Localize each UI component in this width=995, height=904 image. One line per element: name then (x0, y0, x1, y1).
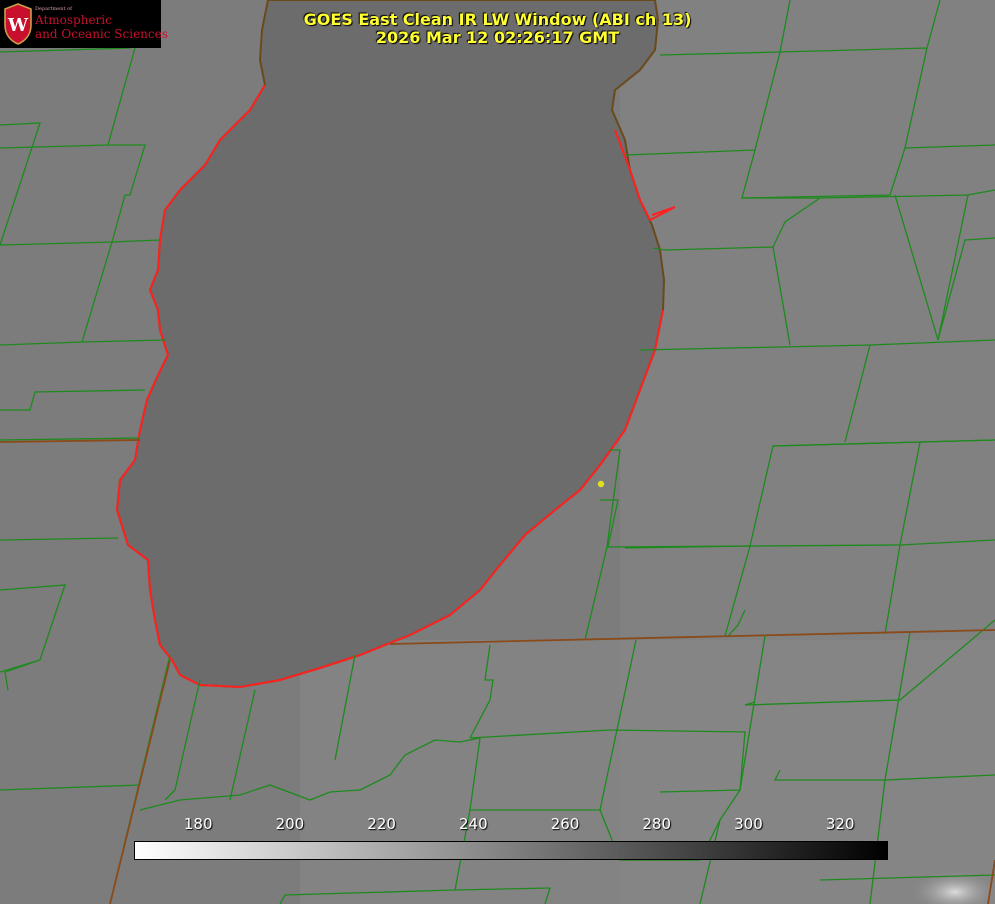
uw-crest-icon: W (4, 3, 32, 45)
colorbar (134, 841, 888, 860)
logo-department: Department of (35, 6, 72, 12)
colorbar-tick-label: 320 (825, 815, 855, 833)
land-shading-south (300, 640, 995, 904)
colorbar-tick-label: 200 (275, 815, 305, 833)
uw-aos-logo: W Department of Atmospheric and Oceanic … (0, 0, 168, 48)
logo-line1: Atmospheric (35, 13, 112, 27)
title-line1: GOES East Clean IR LW Window (ABI ch 13) (303, 10, 692, 29)
station-marker (597, 480, 605, 488)
colorbar-tick-label: 220 (367, 815, 396, 833)
logo-line2: and Oceanic Sciences (35, 27, 168, 41)
colorbar-tick-label: 300 (734, 815, 763, 833)
colorbar-tick-label: 280 (642, 815, 672, 833)
colorbar-tick-label: 240 (458, 815, 488, 833)
colorbar-tick-label: 180 (183, 815, 213, 833)
svg-text:W: W (7, 15, 29, 36)
satellite-image (0, 0, 995, 904)
title-timestamp: 2026 Mar 12 02:26:17 GMT (375, 28, 620, 47)
colorbar-tick-label: 260 (550, 815, 580, 833)
image-title: GOES East Clean IR LW Window (ABI ch 13)… (250, 11, 745, 47)
